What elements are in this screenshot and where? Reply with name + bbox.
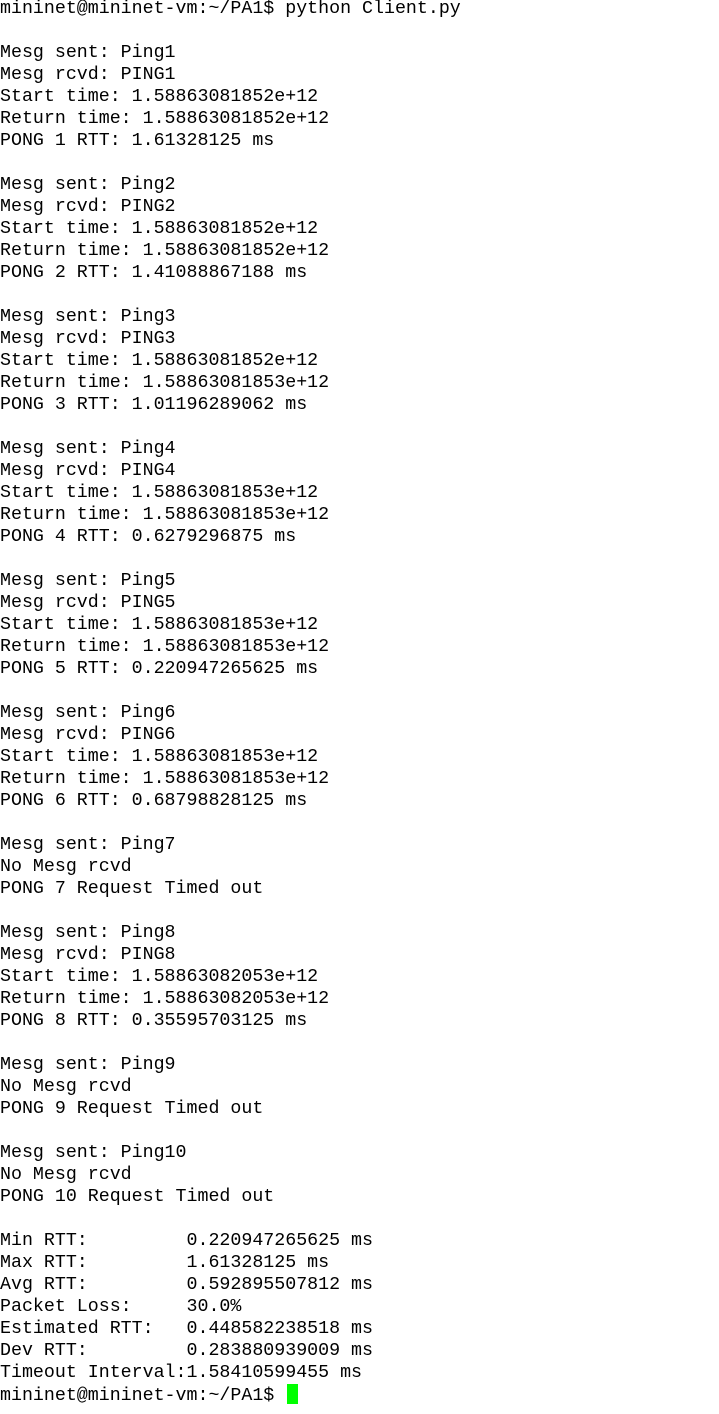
terminal-line: PONG 1 RTT: 1.61328125 ms [0,131,275,151]
terminal-line: PONG 10 Request Timed out [0,1187,275,1207]
terminal-line: Mesg sent: Ping9 [0,1055,176,1075]
terminal-line: Return time: 1.58863081853e+12 [0,769,330,789]
terminal-line: PONG 8 RTT: 0.35595703125 ms [0,1011,308,1031]
terminal-line: Return time: 1.58863081853e+12 [0,373,330,393]
terminal-output[interactable]: mininet@mininet-vm:~/PA1$ python Client.… [0,0,719,1414]
terminal-line: PONG 4 RTT: 0.6279296875 ms [0,527,297,547]
block-cursor-icon [287,1384,299,1404]
terminal-prompt-line[interactable]: mininet@mininet-vm:~/PA1$ [0,1384,719,1406]
terminal-line: Return time: 1.58863081853e+12 [0,505,330,525]
terminal-line: Mesg rcvd: PING5 [0,593,176,613]
terminal-line: No Mesg rcvd [0,857,132,877]
terminal-line: Min RTT: 0.220947265625 ms [0,1231,373,1251]
terminal-line: Mesg rcvd: PING1 [0,65,176,85]
terminal-line: Mesg sent: Ping7 [0,835,176,855]
terminal-line: Mesg sent: Ping3 [0,307,176,327]
terminal-line: Mesg rcvd: PING4 [0,461,176,481]
terminal-line: PONG 6 RTT: 0.68798828125 ms [0,791,308,811]
terminal-line: Mesg sent: Ping6 [0,703,176,723]
terminal-line: Mesg rcvd: PING8 [0,945,176,965]
terminal-line: Mesg sent: Ping2 [0,175,176,195]
terminal-line: PONG 3 RTT: 1.01196289062 ms [0,395,308,415]
terminal-line: Return time: 1.58863081852e+12 [0,109,330,129]
terminal-line: Estimated RTT: 0.448582238518 ms [0,1319,373,1339]
terminal-line: Return time: 1.58863081852e+12 [0,241,330,261]
terminal-line: Start time: 1.58863081853e+12 [0,747,319,767]
terminal-line: PONG 7 Request Timed out [0,879,264,899]
terminal-line: Return time: 1.58863081853e+12 [0,637,330,657]
terminal-line: Start time: 1.58863081853e+12 [0,615,319,635]
terminal-line: Start time: 1.58863081853e+12 [0,483,319,503]
terminal-line: Start time: 1.58863081852e+12 [0,351,319,371]
terminal-line: Start time: 1.58863082053e+12 [0,967,319,987]
terminal-line: Avg RTT: 0.592895507812 ms [0,1275,373,1295]
terminal-line: No Mesg rcvd [0,1077,132,1097]
terminal-line: Mesg rcvd: PING2 [0,197,176,217]
terminal-line: Start time: 1.58863081852e+12 [0,219,319,239]
terminal-line: No Mesg rcvd [0,1165,132,1185]
shell-prompt: mininet@mininet-vm:~/PA1$ [0,1386,275,1406]
terminal-line: Max RTT: 1.61328125 ms [0,1253,330,1273]
terminal-line: Mesg rcvd: PING3 [0,329,176,349]
terminal-line: Mesg rcvd: PING6 [0,725,176,745]
terminal-line: Start time: 1.58863081852e+12 [0,87,319,107]
terminal-line: Mesg sent: Ping1 [0,43,176,63]
terminal-lines: mininet@mininet-vm:~/PA1$ python Client.… [0,0,719,1386]
terminal-line: Mesg sent: Ping8 [0,923,176,943]
terminal-line: Dev RTT: 0.283880939009 ms [0,1341,373,1361]
terminal-line: Mesg sent: Ping5 [0,571,176,591]
terminal-line: Return time: 1.58863082053e+12 [0,989,330,1009]
terminal-line: Mesg sent: Ping10 [0,1143,187,1163]
terminal-line: Timeout Interval:1.58410599455 ms [0,1363,363,1383]
terminal-line: Packet Loss: 30.0% [0,1297,242,1317]
terminal-line: Mesg sent: Ping4 [0,439,176,459]
terminal-line: PONG 9 Request Timed out [0,1099,264,1119]
terminal-line: PONG 5 RTT: 0.220947265625 ms [0,659,319,679]
terminal-line: PONG 2 RTT: 1.41088867188 ms [0,263,308,283]
terminal-line: mininet@mininet-vm:~/PA1$ python Client.… [0,0,461,19]
